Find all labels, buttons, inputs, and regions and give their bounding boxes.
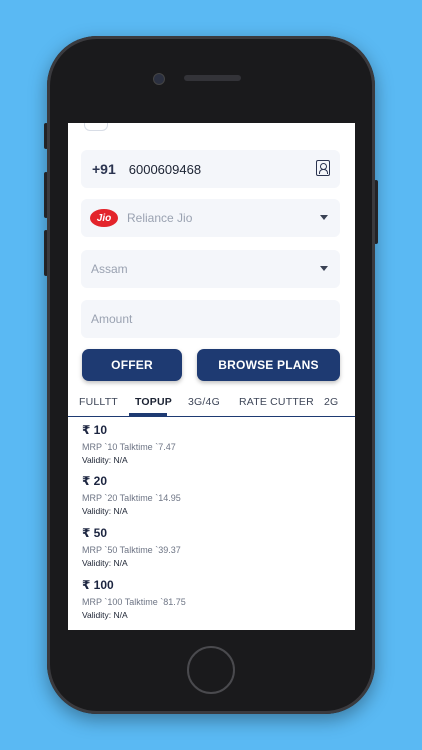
back-button[interactable] xyxy=(84,123,108,131)
contact-book-icon[interactable] xyxy=(316,160,330,176)
tab-topup[interactable]: TOPUP xyxy=(135,396,172,408)
plan-item[interactable]: ₹ 10 MRP `10 Talktime `7.47 Validity: N/… xyxy=(82,423,342,465)
plan-validity: Validity: N/A xyxy=(82,455,128,465)
amount-placeholder: Amount xyxy=(91,312,133,326)
plan-description: MRP `100 Talktime `81.75 xyxy=(82,597,186,607)
plan-price: ₹ 10 xyxy=(82,423,108,437)
plan-validity: Validity: N/A xyxy=(82,610,128,620)
tab-fulltt[interactable]: FULLTT xyxy=(79,396,118,408)
tab-2g[interactable]: 2G xyxy=(324,396,338,408)
mobile-number-input[interactable]: 6000609468 xyxy=(129,162,201,177)
tab-3g4g[interactable]: 3G/4G xyxy=(188,396,220,408)
plan-validity: Validity: N/A xyxy=(82,558,128,568)
plan-item[interactable]: ₹ 100 MRP `100 Talktime `81.75 Validity:… xyxy=(82,578,342,620)
mobile-number-field[interactable]: +91 6000609468 xyxy=(81,150,340,188)
earpiece-speaker xyxy=(184,75,241,81)
plan-item[interactable]: ₹ 50 MRP `50 Talktime `39.37 Validity: N… xyxy=(82,526,342,568)
chevron-down-icon xyxy=(320,215,328,220)
state-value: Assam xyxy=(91,262,128,276)
front-camera xyxy=(153,73,165,85)
plan-validity: Validity: N/A xyxy=(82,506,128,516)
country-code: +91 xyxy=(92,161,116,177)
home-button[interactable] xyxy=(187,646,235,694)
jio-logo: Jio xyxy=(90,209,118,227)
offer-button[interactable]: OFFER xyxy=(82,349,182,381)
plan-description: MRP `10 Talktime `7.47 xyxy=(82,442,176,452)
tab-rate-cutter[interactable]: RATE CUTTER xyxy=(239,396,314,408)
plan-price: ₹ 50 xyxy=(82,526,108,540)
plan-price: ₹ 100 xyxy=(82,578,114,592)
state-select[interactable]: Assam xyxy=(81,250,340,288)
plan-tabs: FULLTT TOPUP 3G/4G RATE CUTTER 2G xyxy=(68,389,355,417)
browse-plans-button[interactable]: BROWSE PLANS xyxy=(197,349,340,381)
active-tab-indicator xyxy=(129,413,167,416)
amount-input[interactable]: Amount xyxy=(81,300,340,338)
plan-description: MRP `20 Talktime `14.95 xyxy=(82,493,181,503)
operator-select[interactable]: Jio Reliance Jio xyxy=(81,199,340,237)
app-screen: +91 6000609468 Jio Reliance Jio Assam Am… xyxy=(68,123,355,630)
plan-price: ₹ 20 xyxy=(82,474,108,488)
plan-item[interactable]: ₹ 20 MRP `20 Talktime `14.95 Validity: N… xyxy=(82,474,342,516)
plan-description: MRP `50 Talktime `39.37 xyxy=(82,545,181,555)
operator-value: Reliance Jio xyxy=(127,211,193,225)
chevron-down-icon xyxy=(320,266,328,271)
